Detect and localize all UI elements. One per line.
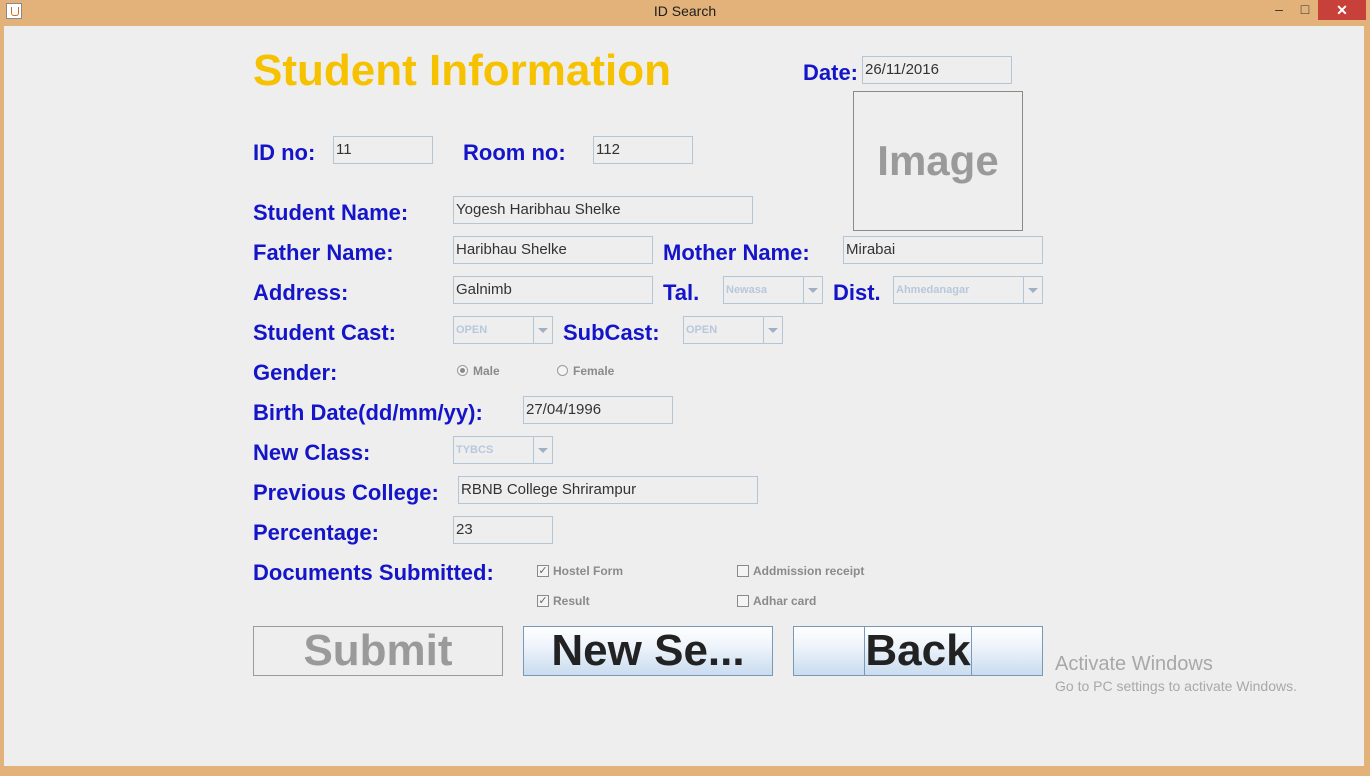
father-name-label: Father Name: xyxy=(253,240,394,265)
class-dropdown[interactable]: TYBCS xyxy=(453,436,553,464)
activation-watermark-subtitle: Go to PC settings to activate Windows. xyxy=(1055,678,1297,694)
title-bar: ID Search ‒ □ ✕ xyxy=(0,0,1370,24)
student-image-placeholder: Image xyxy=(853,91,1023,231)
hostel-form-label[interactable]: Hostel Form xyxy=(553,564,623,578)
birth-date-field[interactable]: 27/04/1996 xyxy=(523,396,673,424)
gender-female-radio[interactable] xyxy=(557,365,568,376)
address-label: Address: xyxy=(253,280,349,305)
mother-name-field[interactable]: Mirabai xyxy=(843,236,1043,264)
admission-receipt-checkbox[interactable] xyxy=(737,565,749,577)
chevron-down-icon[interactable] xyxy=(763,317,782,343)
adhar-card-checkbox[interactable] xyxy=(737,595,749,607)
date-label: Date: xyxy=(803,60,859,85)
close-icon[interactable]: ✕ xyxy=(1318,0,1366,20)
dist-label: Dist. xyxy=(833,280,881,305)
tal-label: Tal. xyxy=(663,280,700,305)
gender-female-label[interactable]: Female xyxy=(573,364,614,378)
documents-label: Documents Submitted: xyxy=(253,560,494,585)
form-panel: Student Information Date: 26/11/2016 Ima… xyxy=(4,26,1364,766)
mother-name-label: Mother Name: xyxy=(663,240,810,265)
percentage-field[interactable]: 23 xyxy=(453,516,553,544)
hostel-form-checkbox[interactable]: ✓ xyxy=(537,565,549,577)
room-label: Room no: xyxy=(463,140,566,165)
gender-male-radio[interactable] xyxy=(457,365,468,376)
back-button[interactable]: Back xyxy=(793,626,1043,676)
gender-label: Gender: xyxy=(253,360,338,385)
student-name-field[interactable]: Yogesh Haribhau Shelke xyxy=(453,196,753,224)
activation-watermark-title: Activate Windows xyxy=(1055,653,1213,675)
cast-label: Student Cast: xyxy=(253,320,396,345)
chevron-down-icon[interactable] xyxy=(1023,277,1042,303)
page-title: Student Information xyxy=(253,46,671,95)
chevron-down-icon[interactable] xyxy=(533,437,552,463)
dist-dropdown[interactable]: Ahmedanagar xyxy=(893,276,1043,304)
tal-dropdown-value: Newasa xyxy=(726,284,767,296)
tal-dropdown[interactable]: Newasa xyxy=(723,276,823,304)
subcast-dropdown-value: OPEN xyxy=(686,324,718,336)
college-label: Previous College: xyxy=(253,480,439,505)
new-search-button[interactable]: New Se... xyxy=(523,626,773,676)
subcast-label: SubCast: xyxy=(563,320,660,345)
window-title: ID Search xyxy=(653,3,717,19)
minimize-icon[interactable]: ‒ xyxy=(1262,0,1296,20)
id-label: ID no: xyxy=(253,140,316,165)
submit-button[interactable]: Submit xyxy=(253,626,503,676)
subcast-dropdown[interactable]: OPEN xyxy=(683,316,783,344)
percentage-label: Percentage: xyxy=(253,520,379,545)
birth-date-label: Birth Date(dd/mm/yy): xyxy=(253,400,483,425)
dist-dropdown-value: Ahmedanagar xyxy=(896,284,970,296)
admission-receipt-label[interactable]: Addmission receipt xyxy=(753,564,864,578)
cast-dropdown-value: OPEN xyxy=(456,324,488,336)
date-field[interactable]: 26/11/2016 xyxy=(862,56,1012,84)
adhar-card-label[interactable]: Adhar card xyxy=(753,594,816,608)
id-field[interactable]: 11 xyxy=(333,136,433,164)
cast-dropdown[interactable]: OPEN xyxy=(453,316,553,344)
result-checkbox[interactable]: ✓ xyxy=(537,595,549,607)
class-dropdown-value: TYBCS xyxy=(456,444,494,456)
gender-male-label[interactable]: Male xyxy=(473,364,500,378)
maximize-icon[interactable]: □ xyxy=(1292,0,1318,20)
chevron-down-icon[interactable] xyxy=(533,317,552,343)
student-name-label: Student Name: xyxy=(253,200,409,225)
father-name-field[interactable]: Haribhau Shelke xyxy=(453,236,653,264)
chevron-down-icon[interactable] xyxy=(803,277,822,303)
college-field[interactable]: RBNB College Shrirampur xyxy=(458,476,758,504)
address-field[interactable]: Galnimb xyxy=(453,276,653,304)
room-field[interactable]: 112 xyxy=(593,136,693,164)
result-label[interactable]: Result xyxy=(553,594,590,608)
class-label: New Class: xyxy=(253,440,371,465)
